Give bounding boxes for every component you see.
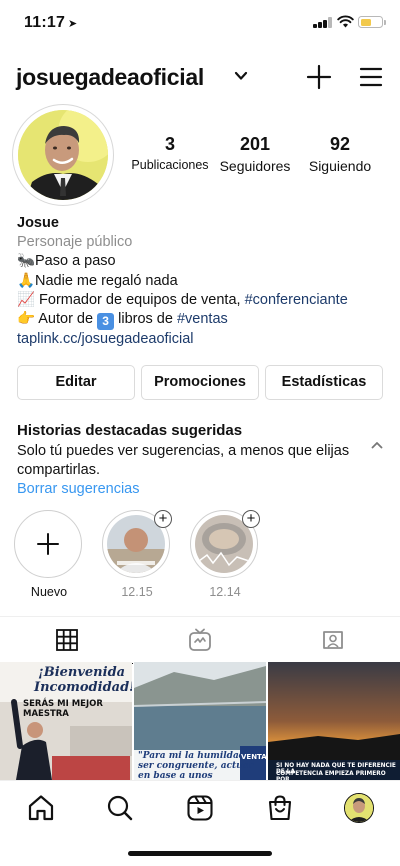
post-2-line-3: en base a unos principios <box>138 771 213 780</box>
highlight-suggested-1[interactable]: + 12.15 <box>102 510 172 599</box>
plus-icon <box>37 533 59 555</box>
stat-posts-value: 3 <box>164 134 175 154</box>
battery-icon <box>358 16 383 28</box>
menu-icon[interactable] <box>359 66 383 88</box>
stat-followers[interactable]: 201 Seguidores <box>212 134 298 174</box>
post-1-line-1: ¡Bienvenida <box>38 665 126 680</box>
highlight-suggested-2-circle: + <box>190 510 260 578</box>
bio-link[interactable]: taplink.cc/josuegadeaoficial <box>17 330 387 349</box>
battery-level <box>360 18 371 26</box>
post-1-line-3: SERÁS MI MEJOR MAESTRA <box>23 699 103 719</box>
highlight-suggested-1-circle: + <box>102 510 172 578</box>
highlight-suggested-2[interactable]: + 12.14 <box>190 510 260 599</box>
location-arrow-icon: ➤ <box>68 18 78 30</box>
bio-line-4-middle: libros de <box>118 311 173 328</box>
bio-line-3-text: Formador de equipos de venta, <box>39 291 241 308</box>
highlight-suggested-2-label: 12.14 <box>209 585 241 599</box>
tagged-icon <box>322 631 343 649</box>
profile-category: Personaje público <box>17 234 133 251</box>
highlight-new-label: Nuevo <box>30 585 68 599</box>
grid-icon <box>55 629 78 651</box>
number-three-icon: 3 <box>97 313 115 331</box>
post-thumbnail[interactable]: ¡Bienvenida Incomodidad! SERÁS MI MEJOR … <box>0 662 132 780</box>
post-2-badge: VENTA <box>241 753 266 761</box>
create-plus-icon[interactable] <box>306 64 332 90</box>
bio-line-2: 🙏Nadie me regaló nada <box>17 272 387 291</box>
chart-up-icon: 📈 <box>17 291 36 308</box>
hashtag-ventas[interactable]: #ventas <box>177 311 228 327</box>
clear-suggestions-link[interactable]: Borrar sugerencias <box>17 481 140 497</box>
promotions-button[interactable]: Promociones <box>141 365 259 400</box>
profile-name: Josue <box>17 215 59 231</box>
post-thumbnail[interactable]: SI NO HAY NADA QUE TE DIFERENCIE DE LA C… <box>268 662 400 780</box>
battery-cap <box>384 20 386 25</box>
home-icon[interactable] <box>26 793 56 823</box>
cellular-signal-icon <box>313 17 332 28</box>
hashtag-conferenciante[interactable]: #conferenciante <box>245 292 348 308</box>
status-time: 11:17 ➤ <box>24 14 77 32</box>
pointing-hand-icon: 👉 <box>17 311 36 328</box>
ant-icon: 🐜 <box>17 253 36 270</box>
tab-igtv[interactable] <box>133 617 266 663</box>
bio-line-1: 🐜Paso a paso <box>17 252 387 271</box>
reels-icon[interactable] <box>185 793 215 823</box>
chevron-down-icon[interactable] <box>234 70 248 82</box>
profile-header: josuegadeaoficial <box>0 56 400 100</box>
tab-posts-grid[interactable] <box>0 617 133 664</box>
search-icon[interactable] <box>105 793 135 823</box>
highlight-new[interactable]: Nuevo <box>14 510 84 599</box>
post-2-line-2: ser congruente, actuar <box>138 761 254 771</box>
avatar-portrait <box>18 110 108 200</box>
tab-tagged[interactable] <box>266 617 399 663</box>
username-switcher[interactable]: josuegadeaoficial <box>16 64 204 91</box>
home-indicator <box>128 851 272 856</box>
stat-followers-label: Seguidores <box>219 158 291 174</box>
stat-posts[interactable]: 3 Publicaciones <box>130 134 210 172</box>
bio-line-4: 👉 Autor de 3 libros de #ventas <box>17 310 387 331</box>
bio-line-4-prefix: Autor de <box>38 311 94 328</box>
statistics-button[interactable]: Estadísticas <box>265 365 383 400</box>
post-1-line-2: Incomodidad! <box>34 680 132 695</box>
highlight-new-circle <box>14 510 82 578</box>
avatar[interactable] <box>18 110 108 200</box>
posts-grid: ¡Bienvenida Incomodidad! SERÁS MI MEJOR … <box>0 662 400 780</box>
wifi-icon <box>337 15 354 28</box>
status-bar: 11:17 ➤ <box>0 0 400 44</box>
stat-following[interactable]: 92 Siguiendo <box>300 134 380 174</box>
bottom-navigation <box>0 780 400 836</box>
bio-line-1-text: Paso a paso <box>35 253 116 270</box>
add-icon[interactable]: + <box>154 510 172 528</box>
suggested-highlights-text: Solo tú puedes ver sugerencias, a menos … <box>17 443 350 478</box>
stat-followers-value: 201 <box>239 134 271 154</box>
bio-line-3: 📈 Formador de equipos de venta, #confere… <box>17 291 387 310</box>
profile-tabs <box>0 616 400 664</box>
highlight-suggested-1-label: 12.15 <box>121 585 153 599</box>
stat-following-label: Siguiendo <box>308 158 372 174</box>
stat-following-value: 92 <box>329 134 351 154</box>
profile-bio: Josue Personaje público 🐜Paso a paso 🙏Na… <box>17 214 387 349</box>
profile-avatar[interactable] <box>344 793 374 823</box>
chevron-up-icon[interactable] <box>371 441 383 449</box>
bio-line-2-text: Nadie me regaló nada <box>35 272 178 289</box>
time-text: 11:17 <box>24 14 66 31</box>
post-thumbnail[interactable]: "Para mi la humildad es ser congruente, … <box>134 662 266 780</box>
shop-icon[interactable] <box>265 793 295 823</box>
pray-icon: 🙏 <box>17 272 36 289</box>
post-3-line-2: COMPETENCIA EMPIEZA PRIMERO POR <box>276 771 386 780</box>
stat-posts-label: Publicaciones <box>131 158 209 172</box>
suggested-highlights-title: Historias destacadas sugeridas <box>17 422 243 439</box>
edit-profile-button[interactable]: Editar <box>17 365 135 400</box>
add-icon[interactable]: + <box>242 510 260 528</box>
igtv-icon <box>188 628 211 651</box>
